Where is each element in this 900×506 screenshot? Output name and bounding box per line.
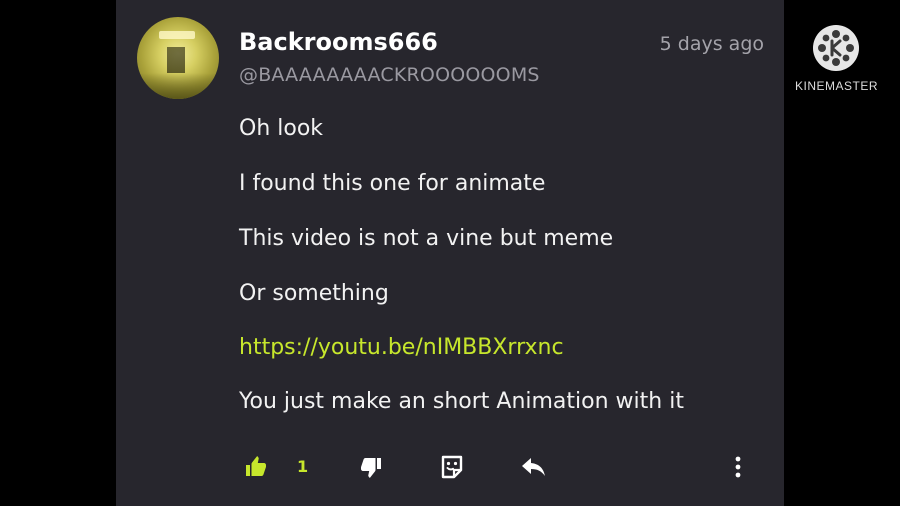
- avatar-doorway: [167, 47, 185, 73]
- avatar-floor: [137, 73, 219, 99]
- more-vertical-icon: [735, 456, 741, 478]
- reply-button[interactable]: [520, 453, 548, 481]
- comment-link[interactable]: https://youtu.be/nIMBBXrrxnc: [239, 335, 564, 360]
- avatar-ceiling-light: [159, 31, 195, 39]
- avatar[interactable]: [137, 17, 219, 99]
- more-options-button[interactable]: [724, 453, 752, 481]
- comment-line-3: This video is not a vine but meme: [239, 226, 614, 251]
- timestamp: 5 days ago: [659, 33, 764, 55]
- kinemaster-logo-icon: [813, 25, 859, 71]
- like-count: 1: [297, 457, 309, 476]
- user-handle: @BAAAAAAAACKROOOOOOMS: [239, 64, 540, 86]
- kinemaster-text: KINEMASTER: [795, 79, 879, 93]
- kinemaster-watermark: KINEMASTER: [795, 25, 879, 93]
- sticker-reply-icon: [441, 455, 463, 479]
- comment-line-4: Or something: [239, 281, 389, 306]
- like-button[interactable]: [242, 453, 270, 481]
- comment-line-2: I found this one for animate: [239, 171, 546, 196]
- thumbs-down-icon: [361, 458, 381, 478]
- sticker-reply-button[interactable]: [438, 453, 466, 481]
- comment-line-6: You just make an short Animation with it: [239, 389, 684, 414]
- comment-line-1: Oh look: [239, 116, 324, 141]
- dislike-button[interactable]: [357, 453, 385, 481]
- username[interactable]: Backrooms666: [239, 28, 438, 56]
- thumbs-up-icon: [246, 456, 266, 476]
- reply-arrow-icon: [522, 458, 545, 476]
